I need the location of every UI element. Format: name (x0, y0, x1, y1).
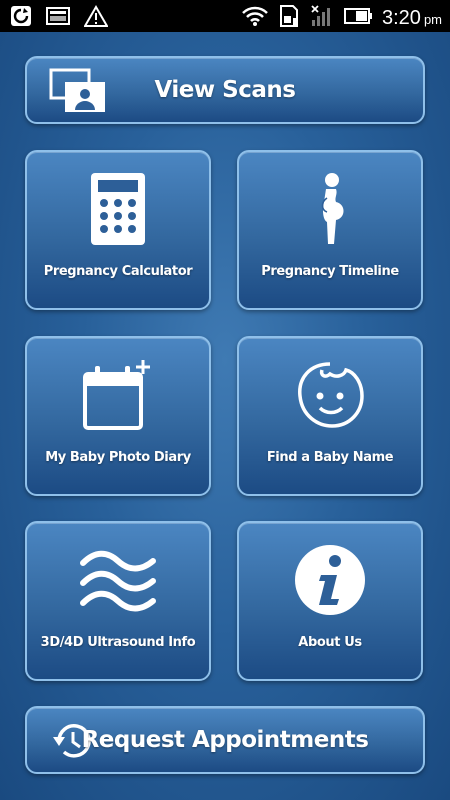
pregnancy-timeline-label: Pregnancy Timeline (261, 264, 399, 279)
baby-name-label: Find a Baby Name (266, 450, 394, 465)
sync-icon (10, 5, 32, 32)
ultrasound-info-button[interactable]: 3D/4D Ultrasound Info (25, 521, 211, 681)
sd-card-icon (278, 4, 300, 33)
baby-face-icon (239, 358, 421, 436)
pregnancy-calculator-label: Pregnancy Calculator (43, 264, 193, 279)
view-scans-label: View Scans (154, 77, 296, 103)
calculator-icon (27, 172, 209, 250)
wifi-icon (242, 5, 268, 32)
clock: 3:20 pm (382, 7, 442, 29)
view-scans-button[interactable]: View Scans (25, 56, 425, 124)
waves-icon (27, 543, 209, 621)
warning-icon (83, 5, 109, 32)
pregnant-woman-icon (239, 172, 421, 250)
no-signal-icon (310, 4, 334, 33)
ultrasound-info-label: 3D/4D Ultrasound Info (40, 635, 196, 650)
about-us-button[interactable]: About Us (237, 521, 423, 681)
pregnancy-timeline-button[interactable]: Pregnancy Timeline (237, 150, 423, 310)
about-us-label: About Us (298, 635, 362, 650)
photo-diary-label: My Baby Photo Diary (45, 450, 191, 465)
image-notification-icon (46, 6, 70, 31)
status-bar: 3:20 pm (0, 0, 450, 32)
info-icon (239, 543, 421, 621)
pregnancy-calculator-button[interactable]: Pregnancy Calculator (25, 150, 211, 310)
request-appointments-button[interactable]: Request Appointments (25, 706, 425, 774)
baby-name-button[interactable]: Find a Baby Name (237, 336, 423, 496)
battery-icon (344, 7, 372, 30)
request-appointments-label: Request Appointments (81, 727, 369, 753)
calendar-add-icon (27, 358, 209, 436)
photo-diary-button[interactable]: My Baby Photo Diary (25, 336, 211, 496)
